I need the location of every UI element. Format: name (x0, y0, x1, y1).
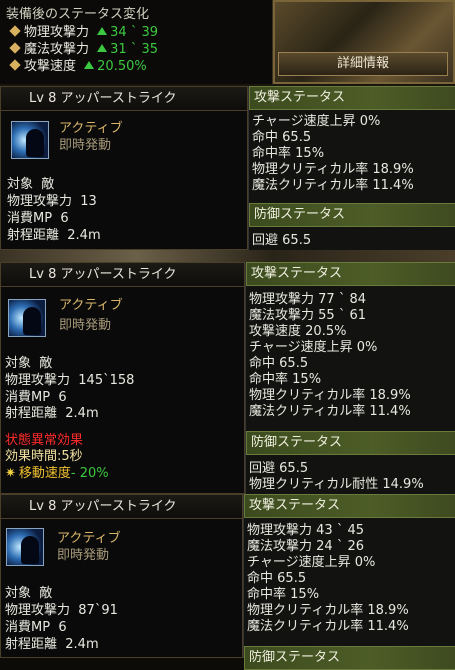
skill-icon (8, 299, 46, 337)
stat-row: 命中率 15% (252, 146, 325, 161)
skill-name-header: Lv 8 アッパーストライク (1, 263, 244, 287)
bullet-icon (9, 25, 21, 37)
stat-row: 命中率 15% (247, 587, 320, 602)
stat-row: 魔法クリティカル率 11.4% (252, 178, 414, 193)
defense-status-header: 防御ステータス (246, 431, 455, 455)
attack-status-header: 攻撃ステータス (246, 262, 455, 286)
stat-row: チャージ速度上昇 0% (252, 114, 381, 129)
attack-row: 物理攻撃力 87`91 (5, 603, 118, 618)
effect-speed-row: ✷ 移動速度- 20% (5, 466, 109, 481)
skill-card-1: Lv 8 アッパーストライク アクティブ 即時発動 対象 敵 物理攻撃力 13 … (0, 86, 248, 250)
stat-row: 物理攻撃力 43 ` 45 (247, 523, 365, 538)
mp-row: 消費MP 6 (5, 620, 67, 635)
bullet-icon (9, 42, 21, 54)
attack-status-header: 攻撃ステータス (249, 86, 455, 110)
stat-row: 魔法クリティカル率 11.4% (247, 619, 409, 634)
stat-panel-2: 攻撃ステータス 物理攻撃力 77 ` 84 魔法攻撃力 55 ` 61 攻撃速度… (245, 262, 455, 494)
arrow-up-icon (97, 27, 108, 35)
mp-row: 消費MP 6 (5, 390, 67, 405)
attack-row: 物理攻撃力 145`158 (5, 373, 135, 388)
stat-row: 魔法攻撃力 24 ` 26 (247, 539, 365, 554)
stat-row: 物理クリティカル率 18.9% (249, 388, 411, 403)
range-row: 射程距離 2.4m (5, 637, 99, 652)
stat-row: 命中 65.5 (247, 571, 307, 586)
skill-name-header: Lv 8 アッパーストライク (1, 495, 242, 519)
range-row: 射程距離 2.4m (5, 406, 99, 421)
status-effect-title: 状態異常効果 (5, 433, 84, 448)
target-row: 対象 敵 (5, 356, 53, 371)
skill-icon (6, 528, 44, 566)
arrow-up-icon (97, 44, 108, 52)
stat-row: 魔法攻撃力 55 ` 61 (249, 308, 367, 323)
skill-card-2: Lv 8 アッパーストライク アクティブ 即時発動 対象 敵 物理攻撃力 145… (0, 262, 245, 494)
skill-activation: 即時発動 (59, 138, 112, 153)
attack-row: 物理攻撃力 13 (7, 194, 97, 209)
star-icon: ✷ (5, 466, 16, 481)
stat-row: 命中 65.5 (249, 356, 309, 371)
skill-card-3: Lv 8 アッパーストライク アクティブ 即時発動 対象 敵 物理攻撃力 87`… (0, 494, 243, 658)
effect-duration-row: 効果時間:5秒 (5, 449, 83, 464)
skill-type: アクティブ (59, 298, 123, 313)
attack-status-header: 攻撃ステータス (244, 494, 455, 518)
equip-row-mag: 魔法攻撃力 31 ` 35 (8, 42, 158, 57)
stat-row: 物理クリティカル率 18.9% (247, 603, 409, 618)
skill-icon (11, 121, 49, 159)
stat-panel-1: 攻撃ステータス チャージ速度上昇 0% 命中 65.5 命中率 15% 物理クリ… (248, 86, 455, 250)
stat-row: 物理攻撃力 77 ` 84 (249, 292, 367, 307)
stat-row: チャージ速度上昇 0% (247, 555, 376, 570)
stat-row: 攻撃速度 20.5% (249, 324, 347, 339)
equip-change-title: 装備後のステータス変化 (6, 7, 150, 22)
skill-type: アクティブ (59, 121, 123, 136)
range-row: 射程距離 2.4m (7, 228, 101, 243)
stat-row: チャージ速度上昇 0% (249, 340, 378, 355)
equip-row-phys: 物理攻撃力 34 ` 39 (8, 25, 158, 40)
equip-change-panel: 装備後のステータス変化 物理攻撃力 34 ` 39 魔法攻撃力 31 ` 35 … (0, 0, 273, 84)
target-row: 対象 敵 (5, 586, 53, 601)
arrow-up-icon (84, 61, 95, 69)
stat-panel-3: 攻撃ステータス 物理攻撃力 43 ` 45 魔法攻撃力 24 ` 26 チャージ… (243, 494, 455, 670)
stat-row: 魔法クリティカル率 11.4% (249, 404, 411, 419)
defense-status-header: 防御ステータス (249, 203, 455, 227)
skill-activation: 即時発動 (57, 548, 110, 563)
equip-row-speed: 攻撃速度 20.50% (8, 59, 147, 74)
mp-row: 消費MP 6 (7, 211, 69, 226)
skill-type: アクティブ (57, 531, 121, 546)
stat-row: 物理クリティカル率 18.9% (252, 162, 414, 177)
skill-activation: 即時発動 (59, 318, 112, 333)
stat-row: 命中 65.5 (252, 130, 312, 145)
bullet-icon (9, 59, 21, 71)
stat-row: 命中率 15% (249, 372, 322, 387)
defense-status-header: 防御ステータス (244, 646, 455, 670)
target-row: 対象 敵 (7, 177, 55, 192)
detail-info-button[interactable]: 詳細情報 (278, 52, 448, 76)
stat-row: 回避 65.5 (252, 233, 312, 248)
scene-strip (0, 250, 455, 262)
skill-name-header: Lv 8 アッパーストライク (1, 87, 247, 111)
stat-row: 回避 65.5 (249, 461, 309, 476)
detail-info-label: 詳細情報 (336, 56, 389, 71)
stat-row: 物理クリティカル耐性 14.9% (249, 477, 424, 492)
